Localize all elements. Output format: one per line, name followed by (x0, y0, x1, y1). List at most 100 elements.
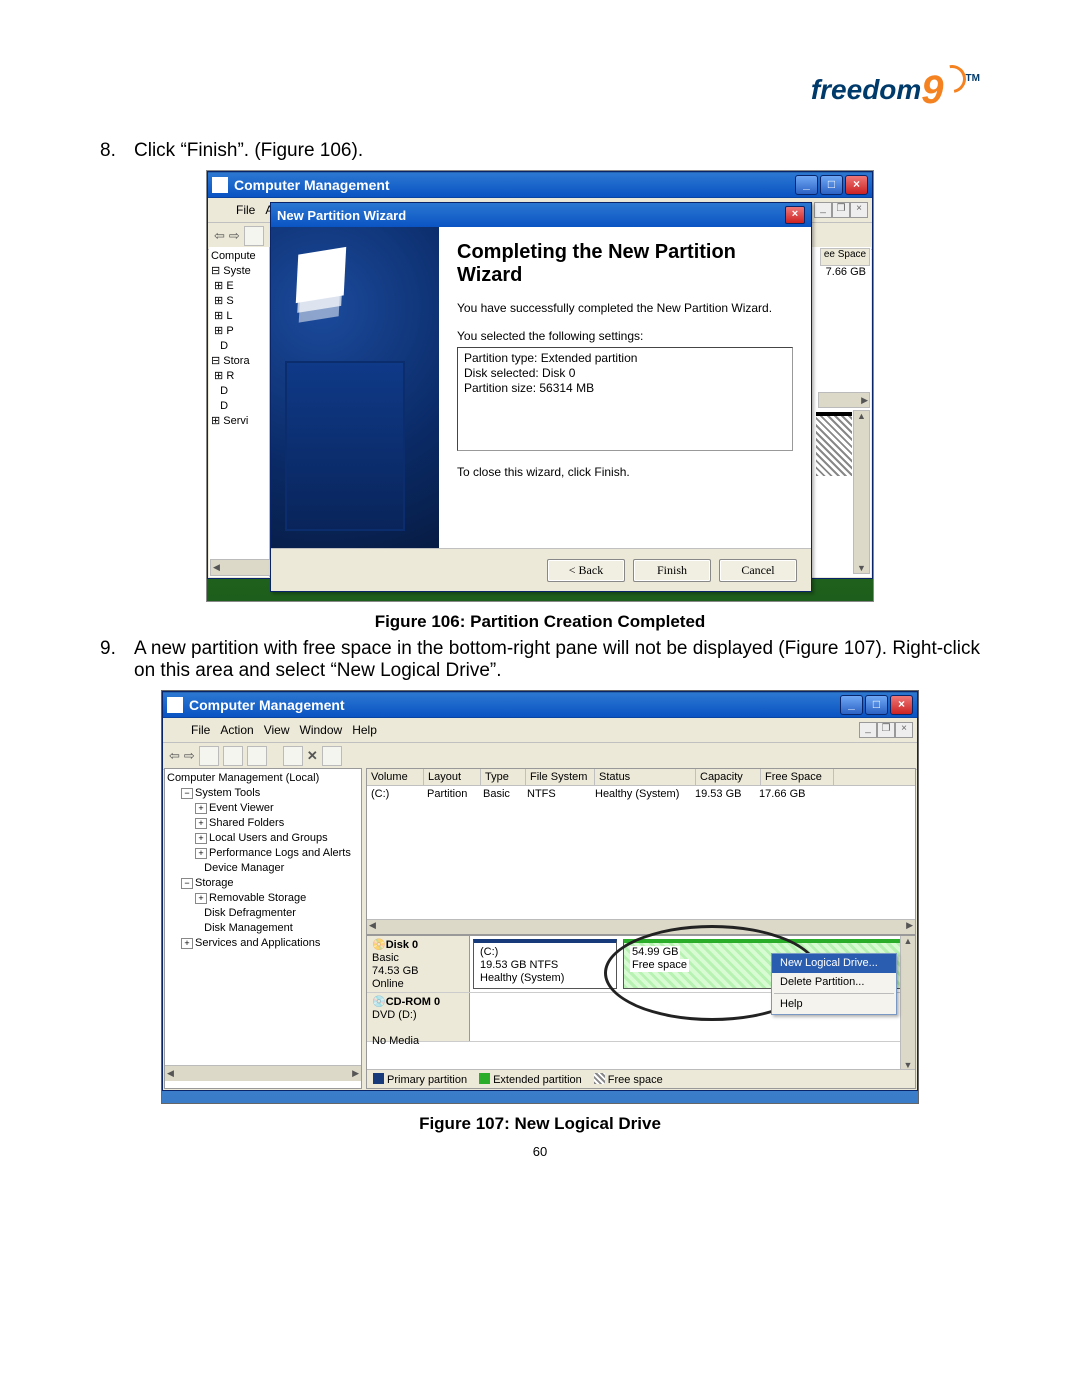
mdi-minimize-button[interactable]: _ (814, 202, 832, 218)
wizard-titlebar[interactable]: New Partition Wizard × (271, 203, 811, 227)
menu-file[interactable]: File (191, 723, 210, 737)
back-button[interactable]: < Back (547, 559, 625, 582)
help-icon[interactable] (283, 746, 303, 766)
disk-0-row: 📀Disk 0 Basic 74.53 GB Online (C:) 19.53… (367, 936, 915, 993)
cm-titlebar[interactable]: Computer Management _ □ × (208, 172, 872, 198)
mdi-icon (167, 723, 181, 737)
tree-event-viewer[interactable]: Event Viewer (209, 802, 274, 814)
toolbar: ⇦ ⇨ ✕ (163, 743, 917, 770)
disk-icon (296, 247, 346, 303)
page-number: 60 (100, 1144, 980, 1159)
vertical-scrollbar[interactable]: ▲▼ (853, 410, 870, 574)
window-title: Computer Management (189, 697, 345, 713)
forward-icon[interactable]: ⇨ (229, 228, 240, 244)
tree-disk-management[interactable]: Disk Management (204, 922, 293, 934)
wizard-title: New Partition Wizard (277, 208, 406, 223)
wizard-sidebar-graphic (271, 227, 439, 549)
up-icon[interactable] (199, 746, 219, 766)
partition-c[interactable]: (C:) 19.53 GB NTFS Healthy (System) (473, 939, 617, 989)
menu-action[interactable]: Action (220, 723, 253, 737)
volume-list-scrollbar[interactable] (367, 919, 915, 934)
mdi-close-button[interactable]: × (895, 722, 913, 738)
figure-106-caption: Figure 106: Partition Creation Completed (100, 612, 980, 632)
nav-tree[interactable]: Computer Management (Local) −System Tool… (164, 768, 362, 1089)
tree-perf-logs[interactable]: Performance Logs and Alerts (209, 847, 351, 859)
horizontal-scrollbar[interactable] (818, 392, 870, 408)
tree-storage[interactable]: Storage (195, 877, 234, 889)
tree-local-users[interactable]: Local Users and Groups (209, 832, 328, 844)
col-filesystem[interactable]: File System (526, 769, 595, 785)
cm-titlebar[interactable]: Computer Management _ □ × (163, 692, 917, 718)
step-text: A new partition with free space in the b… (134, 638, 980, 682)
maximize-button[interactable]: □ (820, 175, 843, 195)
mdi-restore-button[interactable]: ❐ (877, 722, 895, 738)
close-button[interactable]: × (845, 175, 868, 195)
export-icon[interactable] (322, 746, 342, 766)
window-title: Computer Management (234, 177, 390, 193)
disk-vertical-scrollbar[interactable]: ▲▼ (900, 936, 915, 1070)
back-icon[interactable]: ⇦ (214, 228, 225, 244)
properties-icon[interactable] (223, 746, 243, 766)
minimize-button[interactable]: _ (840, 695, 863, 715)
menu-delete-partition[interactable]: Delete Partition... (772, 973, 896, 992)
tree-shared-folders[interactable]: Shared Folders (209, 817, 284, 829)
close-button[interactable]: × (890, 695, 913, 715)
figure-107-caption: Figure 107: New Logical Drive (100, 1114, 980, 1134)
app-icon (167, 697, 183, 713)
tree-device-manager[interactable]: Device Manager (204, 862, 284, 874)
mdi-restore-button[interactable]: ❐ (832, 202, 850, 218)
figure-106-screenshot: Computer Management _ □ × File A _ ❐ × ⇦… (206, 170, 874, 602)
forward-icon[interactable]: ⇨ (184, 748, 195, 764)
menu-new-logical-drive[interactable]: New Logical Drive... (772, 954, 896, 973)
free-space-partition[interactable]: 54.99 GB Free space New Logical Drive...… (623, 939, 912, 989)
mdi-close-button[interactable]: × (850, 202, 868, 218)
context-menu: New Logical Drive... Delete Partition...… (771, 953, 897, 1015)
wizard-close-button[interactable]: × (785, 206, 805, 224)
tree-removable-storage[interactable]: Removable Storage (209, 892, 306, 904)
figure-107-screenshot: Computer Management _ □ × File Action Vi… (161, 690, 919, 1104)
back-icon[interactable]: ⇦ (169, 748, 180, 764)
maximize-button[interactable]: □ (865, 695, 888, 715)
server-icon (285, 361, 405, 531)
disk-graphical-view: 📀Disk 0 Basic 74.53 GB Online (C:) 19.53… (366, 935, 916, 1089)
volume-row-c[interactable]: (C:) Partition Basic NTFS Healthy (Syste… (367, 786, 915, 802)
column-header-free-space[interactable]: ee Space (820, 248, 870, 266)
legend-free: Free space (608, 1074, 663, 1086)
brand-logo: freedom9TM (811, 65, 980, 113)
finish-button[interactable]: Finish (633, 559, 711, 582)
nav-tree[interactable]: Compute ⊟ Syste ⊞ E ⊞ S ⊞ L ⊞ P D ⊟ Stor… (209, 247, 270, 577)
minimize-button[interactable]: _ (795, 175, 818, 195)
disk-0-info[interactable]: 📀Disk 0 Basic 74.53 GB Online (367, 936, 470, 992)
tree-services-apps[interactable]: Services and Applications (195, 937, 320, 949)
refresh-icon[interactable] (247, 746, 267, 766)
col-capacity[interactable]: Capacity (696, 769, 761, 785)
step-9: 9. A new partition with free space in th… (100, 638, 980, 682)
menu-file[interactable]: File (236, 203, 255, 217)
tree-system-tools[interactable]: System Tools (195, 787, 260, 799)
mdi-minimize-button[interactable]: _ (859, 722, 877, 738)
mdi-icon (212, 203, 226, 217)
volume-list[interactable]: Volume Layout Type File System Status Ca… (366, 768, 916, 935)
col-free-space[interactable]: Free Space (761, 769, 834, 785)
cdrom-info[interactable]: 💿CD-ROM 0 DVD (D:) No Media (367, 993, 470, 1041)
col-volume[interactable]: Volume (367, 769, 424, 785)
free-space-value: 7.66 GB (826, 266, 866, 278)
cancel-button[interactable]: Cancel (719, 559, 797, 582)
legend-extended: Extended partition (493, 1074, 582, 1086)
menu-help[interactable]: Help (352, 723, 377, 737)
col-layout[interactable]: Layout (424, 769, 481, 785)
menu-view[interactable]: View (264, 723, 290, 737)
toolbar-icon[interactable] (244, 226, 264, 246)
tree-disk-defragmenter[interactable]: Disk Defragmenter (204, 907, 296, 919)
tree-root[interactable]: Computer Management (Local) (167, 771, 359, 786)
col-status[interactable]: Status (595, 769, 696, 785)
delete-icon[interactable]: ✕ (307, 748, 318, 764)
col-type[interactable]: Type (481, 769, 526, 785)
menu-help[interactable]: Help (772, 995, 896, 1014)
tree-scrollbar[interactable]: ◀▶ (165, 1065, 361, 1081)
menu-window[interactable]: Window (300, 723, 343, 737)
app-icon (212, 177, 228, 193)
menu-bar: File Action View Window Help _ ❐ × (163, 718, 917, 743)
wizard-success-message: You have successfully completed the New … (457, 301, 793, 315)
unallocated-indicator (816, 412, 852, 476)
